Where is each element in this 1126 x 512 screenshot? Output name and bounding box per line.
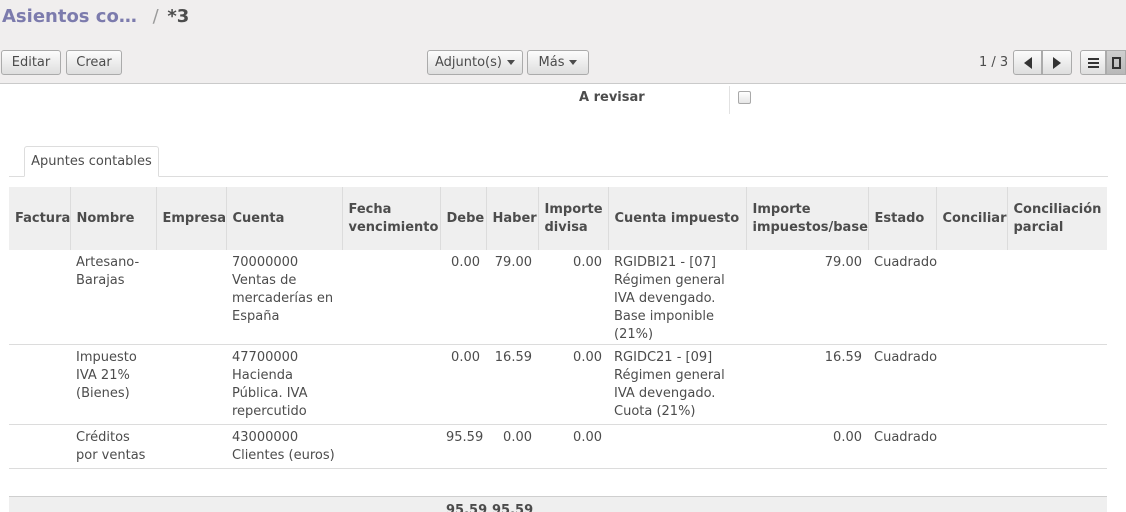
cell-cuenta-impuesto <box>608 425 746 469</box>
cell-empresa <box>156 425 226 469</box>
to-review-checkbox[interactable] <box>738 91 751 104</box>
more-dropdown[interactable]: Más <box>527 50 589 75</box>
cell-conciliar <box>936 345 1007 425</box>
cell-importe-impuestos: 16.59 <box>824 350 862 365</box>
cell-conciliar <box>936 425 1007 469</box>
empty-row <box>9 469 1107 497</box>
column-header[interactable]: Fecha vencimiento <box>341 187 440 250</box>
caret-down-icon <box>506 60 515 65</box>
arrow-left-icon <box>1023 56 1032 69</box>
create-button[interactable]: Crear <box>66 50 122 75</box>
column-header[interactable]: Factura <box>9 187 70 250</box>
cell-haber: 16.59 <box>494 350 532 365</box>
cell-conciliacion-parcial <box>1007 425 1107 469</box>
cell-empresa <box>156 250 226 345</box>
cell-debe: 95.59 <box>446 430 484 445</box>
breadcrumb-current: *3 <box>167 6 190 27</box>
column-header[interactable]: Empresa <box>155 187 226 250</box>
cell-nombre: Artesano-Barajas <box>76 255 140 288</box>
field-divider <box>729 86 730 114</box>
more-label: Más <box>538 55 565 70</box>
cell-debe: 0.00 <box>451 255 480 270</box>
form-view-button[interactable] <box>1106 50 1126 75</box>
cell-cuenta-impuesto: RGIDC21 - [09] Régimen general IVA deven… <box>614 350 725 419</box>
cell-fecha <box>342 250 440 345</box>
pager-previous-button[interactable] <box>1013 50 1042 75</box>
breadcrumb-parent-link[interactable]: Asientos co… <box>2 6 137 27</box>
list-view-icon <box>1087 57 1099 68</box>
table-row[interactable]: Impuesto IVA 21% (Bienes) 47700000 Hacie… <box>9 345 1107 425</box>
cell-nombre: Impuesto IVA 21% (Bienes) <box>76 350 137 401</box>
cell-importe-divisa: 0.00 <box>573 255 602 270</box>
attachments-dropdown[interactable]: Adjunto(s) <box>427 50 523 75</box>
column-header[interactable]: Nombre <box>69 187 156 250</box>
breadcrumb: Asientos co… / *3 <box>2 6 189 27</box>
table-row[interactable]: Artesano-Barajas 70000000 Ventas de merc… <box>9 250 1107 345</box>
breadcrumb-separator: / <box>152 6 159 27</box>
cell-nombre: Créditos por ventas <box>76 430 146 463</box>
cell-estado: Cuadrado <box>874 350 938 365</box>
column-header[interactable]: Cuenta impuesto <box>607 187 746 250</box>
cell-haber: 0.00 <box>503 430 532 445</box>
form-view-icon <box>1111 56 1121 69</box>
cell-importe-impuestos: 79.00 <box>824 255 862 270</box>
cell-fecha <box>342 425 440 469</box>
cell-estado: Cuadrado <box>874 430 938 445</box>
cell-cuenta: 70000000 Ventas de mercaderías en España <box>232 255 334 324</box>
cell-conciliacion-parcial <box>1007 250 1107 345</box>
cell-conciliar <box>936 250 1007 345</box>
cell-cuenta-impuesto: RGIDBI21 - [07] Régimen general IVA deve… <box>614 255 725 342</box>
cell-estado: Cuadrado <box>874 255 938 270</box>
column-header[interactable]: Haber <box>485 187 538 250</box>
cell-conciliacion-parcial <box>1007 345 1107 425</box>
tabs-border <box>9 176 1108 177</box>
edit-button[interactable]: Editar <box>1 50 61 75</box>
column-header[interactable]: Conciliación parcial <box>1006 187 1107 250</box>
column-header[interactable]: Importe impuestos/base <box>745 187 868 250</box>
cell-fecha <box>342 345 440 425</box>
tab-apuntes-contables[interactable]: Apuntes contables <box>24 146 159 177</box>
cell-empresa <box>156 345 226 425</box>
cell-cuenta: 47700000 Hacienda Pública. IVA repercuti… <box>232 350 308 419</box>
caret-down-icon <box>569 60 578 65</box>
list-view-button[interactable] <box>1080 50 1106 75</box>
column-header[interactable]: Estado <box>867 187 936 250</box>
column-header[interactable]: Cuenta <box>225 187 342 250</box>
total-haber: 95.59 <box>492 502 534 512</box>
table-totals-row: 95.59 95.59 <box>9 496 1107 512</box>
cell-importe-divisa: 0.00 <box>573 430 602 445</box>
cell-factura <box>9 425 70 469</box>
column-header[interactable]: Conciliar <box>935 187 1007 250</box>
arrow-right-icon <box>1053 56 1061 69</box>
table-header-row: Factura Nombre Empresa Cuenta Fecha venc… <box>9 187 1107 250</box>
cell-debe: 0.00 <box>451 350 480 365</box>
control-panel: Asientos co… / *3 Editar Crear Adjunto(s… <box>0 0 1126 84</box>
cell-factura <box>9 345 70 425</box>
cell-factura <box>9 250 70 345</box>
attachments-label: Adjunto(s) <box>435 55 502 70</box>
cell-importe-impuestos: 0.00 <box>833 430 862 445</box>
pager-next-button[interactable] <box>1042 50 1072 75</box>
pager-value[interactable]: 1 / 3 <box>979 55 1008 70</box>
table-row[interactable]: Créditos por ventas 43000000 Clientes (e… <box>9 425 1107 469</box>
move-lines-table: Factura Nombre Empresa Cuenta Fecha venc… <box>9 187 1107 512</box>
total-debe: 95.59 <box>446 502 488 512</box>
cell-cuenta: 43000000 Clientes (euros) <box>232 430 335 463</box>
cell-importe-divisa: 0.00 <box>573 350 602 365</box>
to-review-label: A revisar <box>579 90 645 105</box>
column-header[interactable]: Importe divisa <box>537 187 608 250</box>
cell-haber: 79.00 <box>494 255 532 270</box>
column-header[interactable]: Debe <box>439 187 486 250</box>
